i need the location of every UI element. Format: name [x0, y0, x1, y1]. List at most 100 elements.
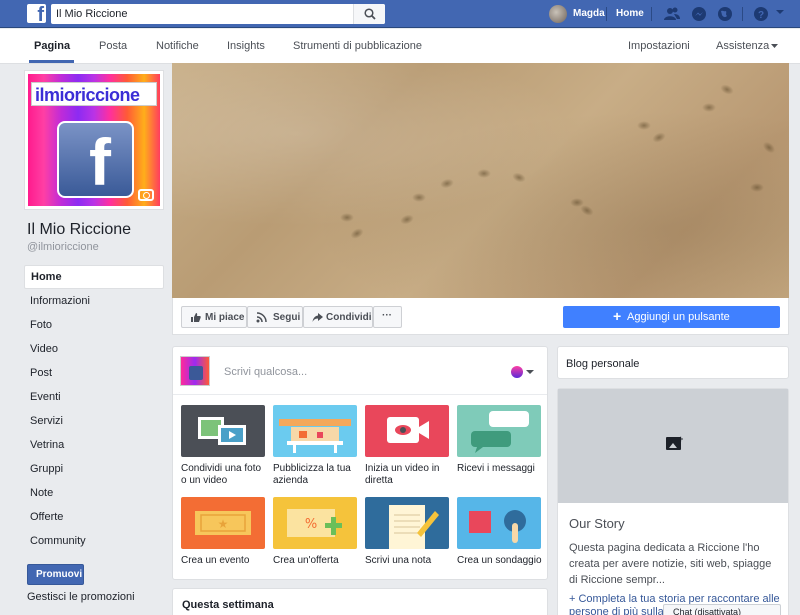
divider — [651, 7, 652, 21]
sidebar-item-offerte[interactable]: Offerte — [24, 505, 164, 529]
friend-requests-icon[interactable] — [663, 5, 681, 23]
chevron-down-icon[interactable] — [775, 7, 785, 17]
composer-input[interactable]: Scrivi qualcosa... — [224, 366, 307, 378]
add-button-cta[interactable]: + Aggiungi un pulsante — [563, 306, 780, 328]
option-create-offer[interactable]: % Crea un'offerta — [273, 497, 357, 577]
option-share-photo-video[interactable]: Condividi una foto o un video — [181, 405, 265, 486]
plus-icon: + — [613, 308, 622, 324]
chevron-down-icon[interactable] — [771, 44, 778, 49]
footprint — [439, 177, 455, 190]
option-label: Pubblicizza la tua azienda — [273, 463, 351, 486]
option-label: Crea un'offerta — [273, 555, 339, 566]
this-week-panel: Questa settimana — [172, 588, 548, 615]
footprint — [750, 183, 764, 192]
sidebar-item-video[interactable]: Video — [24, 337, 164, 361]
option-create-poll[interactable]: Crea un sondaggio — [457, 497, 542, 577]
option-label: Scrivi una nota — [365, 555, 432, 566]
tab-notifiche[interactable]: Notifiche — [156, 40, 199, 52]
help-icon[interactable]: ? — [752, 5, 770, 23]
footprint — [510, 170, 528, 185]
chevron-down-icon — [526, 370, 534, 374]
sidebar-item-post[interactable]: Post — [24, 361, 164, 385]
chat-tab[interactable]: Chat (disattivata) — [663, 604, 781, 615]
search-input[interactable] — [51, 4, 351, 24]
divider — [606, 7, 607, 21]
avatar — [180, 356, 210, 386]
footprint — [340, 213, 354, 222]
poll-icon — [457, 497, 541, 549]
thumbs-up-icon — [191, 313, 201, 322]
tab-posta[interactable]: Posta — [99, 40, 127, 52]
chat-status: Chat (disattivata) — [673, 607, 742, 615]
our-story-card: + Our Story Questa pagina dedicata a Ric… — [557, 388, 789, 615]
sidebar-item-gruppi[interactable]: Gruppi — [24, 457, 164, 481]
option-label: Inizia un video in diretta — [365, 463, 440, 486]
sidebar-item-note[interactable]: Note — [24, 481, 164, 505]
facebook-logo-icon: f — [57, 121, 134, 198]
sidebar-item-servizi[interactable]: Servizi — [24, 409, 164, 433]
sidebar-item-eventi[interactable]: Eventi — [24, 385, 164, 409]
page-category[interactable]: Blog personale — [557, 346, 789, 379]
home-link[interactable]: Home — [616, 8, 644, 19]
tab-pagina[interactable]: Pagina — [34, 40, 70, 52]
facebook-logo-icon[interactable]: f — [27, 4, 46, 25]
post-composer: Scrivi qualcosa... Condividi una foto o … — [172, 346, 548, 580]
like-button[interactable]: Mi piace — [181, 306, 247, 328]
footprint — [650, 130, 668, 145]
tab-assistenza[interactable]: Assistenza — [716, 40, 769, 52]
sidebar-item-foto[interactable]: Foto — [24, 313, 164, 337]
option-label: Condividi una foto o un video — [181, 463, 262, 486]
cover-photo[interactable] — [172, 63, 789, 298]
follow-button[interactable]: Segui — [247, 306, 303, 328]
profile-image-text: ilmioriccione — [31, 82, 157, 106]
offer-icon: % — [273, 497, 357, 549]
top-navigation-bar: f Magda Home ? — [0, 0, 800, 28]
search-box — [51, 4, 385, 24]
search-icon — [364, 8, 376, 20]
footprint — [578, 203, 596, 218]
story-photo-placeholder[interactable]: + — [558, 389, 788, 503]
profile-image: ilmioriccione f — [28, 74, 160, 206]
option-label: Crea un sondaggio — [457, 555, 542, 566]
manage-promotions-link[interactable]: Gestisci le promozioni — [27, 591, 135, 603]
page-avatar-icon — [511, 366, 523, 378]
messenger-icon[interactable] — [690, 5, 708, 23]
footprint — [637, 121, 651, 130]
sidebar-item-community[interactable]: Community — [24, 529, 164, 553]
tab-impostazioni[interactable]: Impostazioni — [628, 40, 690, 52]
note-icon — [365, 497, 449, 549]
share-button[interactable]: Condividi — [303, 306, 373, 328]
search-button[interactable] — [353, 4, 385, 24]
rss-icon — [256, 312, 267, 323]
footprint — [412, 193, 426, 202]
option-get-messages[interactable]: Ricevi i messaggi — [457, 405, 541, 485]
option-label: Crea un evento — [181, 555, 250, 566]
page-handle[interactable]: @ilmioriccione — [27, 241, 99, 253]
notifications-globe-icon[interactable] — [716, 5, 734, 23]
footprint — [398, 212, 416, 227]
tab-strumenti[interactable]: Strumenti di pubblicazione — [293, 40, 422, 52]
story-title: Our Story — [569, 516, 625, 531]
share-arrow-icon — [312, 313, 323, 322]
live-video-icon — [365, 405, 449, 457]
option-start-live-video[interactable]: Inizia un video in diretta — [365, 405, 449, 486]
messages-icon — [457, 405, 541, 457]
footprint — [718, 82, 736, 97]
svg-text:★: ★ — [218, 517, 229, 531]
sidebar-item-home[interactable]: Home — [24, 265, 164, 289]
camera-icon[interactable] — [138, 189, 154, 201]
post-as-selector[interactable] — [511, 366, 535, 380]
option-create-event[interactable]: ★ Crea un evento — [181, 497, 265, 577]
footprint — [760, 139, 778, 156]
option-promote-business[interactable]: Pubblicizza la tua azienda — [273, 405, 357, 486]
option-write-note[interactable]: Scrivi una nota — [365, 497, 449, 577]
profile-picture[interactable]: ilmioriccione f — [24, 70, 164, 210]
tab-insights[interactable]: Insights — [227, 40, 265, 52]
promote-button[interactable]: Promuovi — [27, 564, 84, 585]
option-label: Ricevi i messaggi — [457, 463, 535, 474]
sidebar-item-vetrina[interactable]: Vetrina — [24, 433, 164, 457]
more-options-button[interactable]: ··· — [373, 306, 402, 328]
page-action-bar: Mi piace Segui Condividi ··· + Aggiungi … — [172, 298, 789, 335]
page-title[interactable]: Il Mio Riccione — [27, 221, 131, 239]
sidebar-item-informazioni[interactable]: Informazioni — [24, 289, 164, 313]
